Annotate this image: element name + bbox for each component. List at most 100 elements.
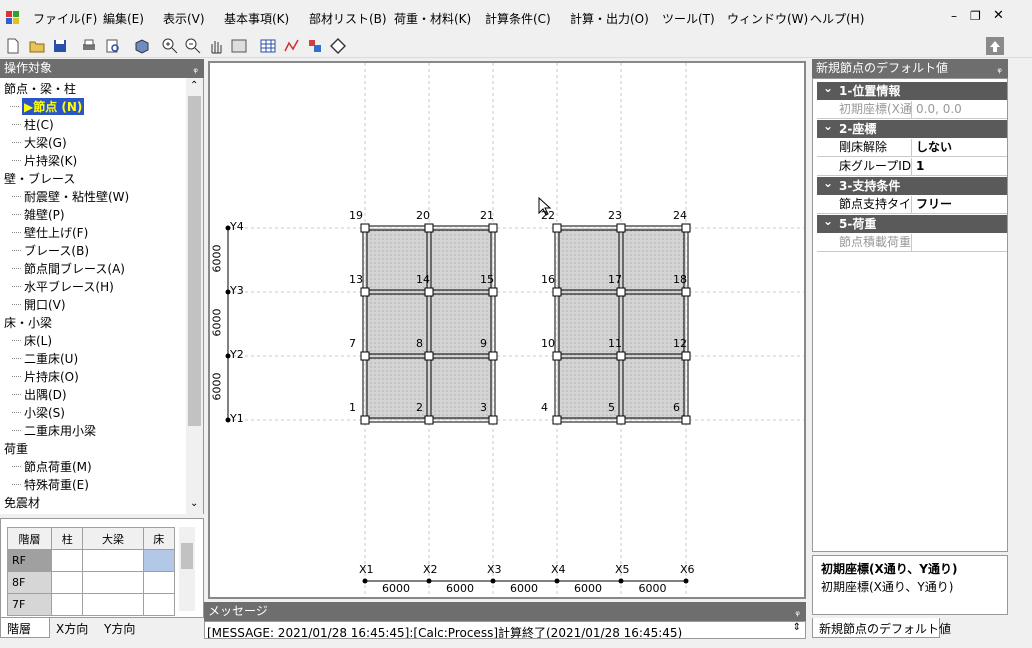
- property-value[interactable]: しない: [916, 139, 952, 156]
- close-button[interactable]: ✕: [993, 8, 1004, 23]
- node-marker[interactable]: [488, 415, 498, 425]
- collapse-icon[interactable]: ⌄: [823, 79, 833, 97]
- node-marker[interactable]: [360, 415, 370, 425]
- drawing-canvas[interactable]: [208, 61, 806, 599]
- tree-item[interactable]: 大梁(G): [12, 134, 67, 151]
- node-marker[interactable]: [488, 223, 498, 233]
- menu-tools[interactable]: ツール(T): [662, 10, 715, 27]
- tree-item[interactable]: 床(L): [12, 332, 52, 349]
- floor-row-label[interactable]: 8F: [7, 571, 52, 594]
- diamond-icon[interactable]: [329, 37, 347, 55]
- node-marker[interactable]: [616, 351, 626, 361]
- table-cell[interactable]: [50, 571, 84, 594]
- property-category[interactable]: ⌄ 2-座標: [817, 119, 1007, 138]
- tree-item[interactable]: 壁仕上げ(F): [12, 224, 88, 241]
- collapse-icon[interactable]: ⌄: [823, 212, 833, 230]
- tree-item[interactable]: 二重床用小梁: [12, 422, 96, 439]
- property-row[interactable]: 節点支持タイプフリー: [817, 196, 1007, 214]
- tree-item[interactable]: 節点間ブレース(A): [12, 260, 125, 277]
- open-folder-icon[interactable]: [28, 37, 46, 55]
- zoom-in-icon[interactable]: [161, 37, 179, 55]
- restore-button[interactable]: ❐: [970, 9, 981, 23]
- node-marker[interactable]: [424, 415, 434, 425]
- tab-y-direction[interactable]: Y方向: [100, 618, 139, 639]
- tree-item[interactable]: 雑壁(P): [12, 206, 65, 223]
- floor-row-label[interactable]: RF: [7, 549, 52, 572]
- save-icon[interactable]: [51, 37, 69, 55]
- tree-item[interactable]: 床・小梁: [4, 314, 52, 331]
- right-panel-tab[interactable]: 新規節点のデフォルト値: [812, 618, 951, 638]
- table-cell[interactable]: [50, 549, 84, 572]
- tree-item[interactable]: 柱(C): [12, 116, 54, 133]
- pan-hand-icon[interactable]: [207, 37, 225, 55]
- pin-icon[interactable]: ᵩ: [193, 59, 198, 78]
- node-marker[interactable]: [681, 351, 691, 361]
- node-marker[interactable]: [681, 287, 691, 297]
- table-cell[interactable]: [142, 549, 176, 572]
- node-marker[interactable]: [616, 223, 626, 233]
- table-cell[interactable]: [142, 571, 176, 594]
- tree-scrollbar[interactable]: ⌃ ⌄: [186, 78, 203, 514]
- table-cell[interactable]: [82, 549, 144, 572]
- node-marker[interactable]: [488, 351, 498, 361]
- tree-item[interactable]: 耐震壁・粘性壁(W): [12, 188, 129, 205]
- zoom-out-icon[interactable]: [184, 37, 202, 55]
- property-row[interactable]: 剛床解除 しない: [817, 139, 1007, 157]
- tree-item[interactable]: 特殊荷重(E): [12, 476, 89, 493]
- fit-view-icon[interactable]: [230, 37, 248, 55]
- tree-item[interactable]: 節点荷重(M): [12, 458, 92, 475]
- 3d-view-icon[interactable]: [133, 37, 151, 55]
- menu-help[interactable]: ヘルプ(H): [810, 10, 864, 27]
- print-preview-icon[interactable]: [104, 37, 122, 55]
- tree-item[interactable]: 片持床(O): [12, 368, 79, 385]
- floor-row-label[interactable]: 7F: [7, 593, 52, 616]
- print-icon[interactable]: [80, 37, 98, 55]
- property-category[interactable]: ⌄ 5-荷重: [817, 212, 1007, 233]
- menu-member-list[interactable]: 部材リスト(B): [309, 10, 387, 27]
- color-blocks-icon[interactable]: [306, 37, 324, 55]
- menu-window[interactable]: ウィンドウ(W): [727, 10, 808, 27]
- menu-basic[interactable]: 基本事項(K): [224, 10, 289, 27]
- tree-item[interactable]: 小梁(S): [12, 404, 65, 421]
- tree-item[interactable]: 片持梁(K): [12, 152, 77, 169]
- tree-item[interactable]: 免震材: [4, 494, 40, 511]
- table-cell[interactable]: [82, 593, 144, 616]
- tree-item[interactable]: 荷重: [4, 440, 28, 457]
- property-row[interactable]: 初期座標(X通 0.0, 0.0: [817, 101, 1007, 119]
- tree-item[interactable]: 節点・梁・柱: [4, 80, 76, 97]
- property-row[interactable]: 節点積載荷重: [817, 234, 1007, 252]
- tree-item[interactable]: ▶節点 (N): [10, 98, 85, 115]
- pin-icon[interactable]: ᵩ: [795, 602, 800, 621]
- node-marker[interactable]: [681, 415, 691, 425]
- table-cell[interactable]: [50, 593, 84, 616]
- tree-item[interactable]: 二重床(U): [12, 350, 78, 367]
- scroll-up-arrow-icon[interactable]: ⌃: [190, 80, 198, 91]
- property-category[interactable]: ⌄ 1-位置情報: [817, 79, 1007, 100]
- node-marker[interactable]: [488, 287, 498, 297]
- app-icon[interactable]: [6, 11, 20, 25]
- node-marker[interactable]: [424, 351, 434, 361]
- table-icon[interactable]: [259, 37, 277, 55]
- menu-view[interactable]: 表示(V): [163, 10, 205, 27]
- node-marker[interactable]: [424, 287, 434, 297]
- menu-load-material[interactable]: 荷重・材料(K): [394, 10, 471, 27]
- pin-icon[interactable]: ᵩ: [997, 59, 1002, 78]
- tree-item[interactable]: 出隅(D): [12, 386, 67, 403]
- new-file-icon[interactable]: [4, 37, 22, 55]
- table-cell[interactable]: [142, 593, 176, 616]
- tab-x-direction[interactable]: X方向: [52, 618, 92, 639]
- floor-table-scrollbar[interactable]: [179, 527, 195, 611]
- menu-calc-conditions[interactable]: 計算条件(C): [485, 10, 551, 27]
- node-marker[interactable]: [552, 351, 562, 361]
- node-marker[interactable]: [552, 223, 562, 233]
- tree-item[interactable]: 壁・ブレース: [4, 170, 75, 187]
- menu-file[interactable]: ファイル(F): [33, 10, 97, 27]
- property-value[interactable]: フリー: [916, 196, 952, 213]
- property-row[interactable]: 床グループID 1: [817, 158, 1007, 176]
- node-marker[interactable]: [552, 415, 562, 425]
- node-marker[interactable]: [360, 223, 370, 233]
- tree-item[interactable]: 開口(V): [12, 296, 66, 313]
- menu-calc-output[interactable]: 計算・出力(O): [570, 10, 649, 27]
- message-scroll-icon[interactable]: ⇕: [793, 622, 801, 633]
- tab-floor[interactable]: 階層: [0, 618, 50, 638]
